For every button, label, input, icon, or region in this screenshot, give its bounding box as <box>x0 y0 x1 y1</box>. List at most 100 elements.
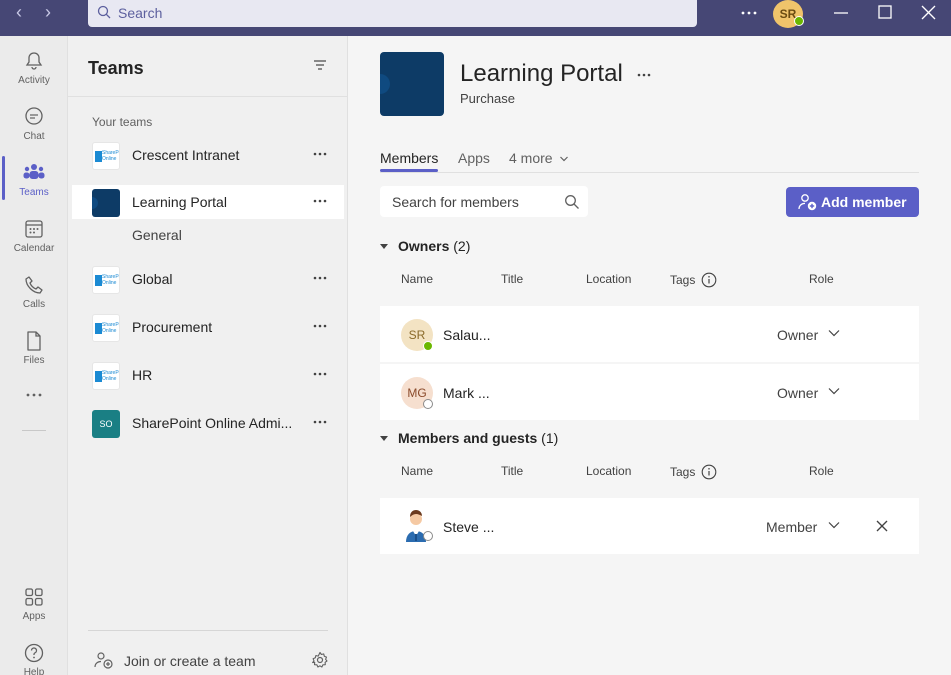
add-member-button[interactable]: Add member <box>786 187 919 217</box>
presence-offline-icon <box>423 399 433 409</box>
rail-item-activity[interactable]: Activity <box>0 40 68 92</box>
tab-apps[interactable]: Apps <box>458 150 490 166</box>
more-options-icon[interactable] <box>312 195 328 207</box>
more-options-icon <box>26 393 42 397</box>
close-window-icon[interactable] <box>918 4 940 22</box>
channel-item-general[interactable]: General <box>132 227 182 243</box>
column-header-tags[interactable]: Tags <box>670 465 695 479</box>
team-item-hr[interactable]: SharePoint Online HR <box>72 358 344 392</box>
more-options-icon[interactable] <box>636 70 652 80</box>
more-options-icon[interactable] <box>738 4 760 22</box>
rail-label: Apps <box>22 611 46 622</box>
phone-icon <box>25 276 43 294</box>
info-icon[interactable] <box>701 272 717 288</box>
column-header-name[interactable]: Name <box>401 272 433 286</box>
member-name: Steve ... <box>443 519 495 535</box>
column-header-title[interactable]: Title <box>501 272 523 286</box>
presence-available-icon <box>423 341 433 351</box>
back-arrow-icon[interactable]: ‹ <box>8 3 30 23</box>
remove-member-icon[interactable] <box>875 519 889 533</box>
more-options-icon[interactable] <box>312 368 328 380</box>
rail-item-help[interactable]: Help <box>0 632 68 675</box>
members-guests-group-header[interactable]: Members and guests (1) <box>380 430 558 446</box>
rail-more-apps[interactable] <box>0 382 68 412</box>
team-item-procurement[interactable]: SharePoint Online Procurement <box>72 310 344 344</box>
rail-item-teams[interactable]: Teams <box>0 152 68 204</box>
column-header-location[interactable]: Location <box>586 272 631 286</box>
rail-item-apps[interactable]: Apps <box>0 576 68 628</box>
team-item-sharepoint-online-admin[interactable]: SO SharePoint Online Admi... <box>72 406 344 440</box>
add-member-label: Add member <box>821 194 907 210</box>
rail-label: Calendar <box>13 243 55 254</box>
column-header-location[interactable]: Location <box>586 464 631 478</box>
chevron-down-icon[interactable] <box>828 387 840 395</box>
owners-group-header[interactable]: Owners (2) <box>380 238 470 254</box>
search-input[interactable]: Search <box>88 0 697 27</box>
presence-offline-icon <box>423 531 433 541</box>
rail-label: Help <box>23 667 45 675</box>
tab-more[interactable]: 4 more <box>509 150 569 166</box>
teams-icon <box>23 164 45 179</box>
member-search-input[interactable]: Search for members <box>380 186 588 217</box>
more-options-icon[interactable] <box>312 416 328 428</box>
team-item-crescent-intranet[interactable]: SharePoint Online Crescent Intranet <box>72 138 344 172</box>
chevron-down-icon <box>560 156 569 162</box>
role-dropdown[interactable]: Member <box>766 519 817 535</box>
team-item-learning-portal[interactable]: Learning Portal <box>72 185 344 219</box>
filter-icon[interactable] <box>312 58 328 72</box>
tab-more-label: 4 more <box>509 150 553 166</box>
rail-item-chat[interactable]: Chat <box>0 96 68 148</box>
member-row[interactable]: MG Mark ... Owner <box>380 364 919 420</box>
profile-avatar[interactable]: SR <box>773 0 804 28</box>
search-placeholder: Search <box>118 5 163 21</box>
teams-list-pane: Teams Your teams SharePoint Online Cresc… <box>68 36 348 675</box>
team-name: Global <box>132 271 173 287</box>
team-item-global[interactable]: SharePoint Online Global <box>72 262 344 296</box>
member-row[interactable]: Steve ... Member <box>380 498 919 554</box>
rail-item-calls[interactable]: Calls <box>0 264 68 316</box>
column-header-name[interactable]: Name <box>401 464 433 478</box>
column-header-role[interactable]: Role <box>809 272 834 286</box>
logo-text: SharePoint Online <box>102 274 119 286</box>
app-rail: Activity Chat Teams Calendar Calls Files… <box>0 36 68 675</box>
team-logo: SharePoint Online <box>92 142 120 170</box>
avatar: MG <box>401 377 433 409</box>
maximize-icon[interactable] <box>874 4 896 22</box>
member-row[interactable]: SR Salau... Owner <box>380 306 919 362</box>
minimize-icon[interactable] <box>830 4 852 22</box>
join-label: Join or create a team <box>124 653 256 669</box>
divider <box>380 172 919 173</box>
rail-item-calendar[interactable]: Calendar <box>0 208 68 260</box>
info-icon[interactable] <box>701 464 717 480</box>
rail-item-files[interactable]: Files <box>0 320 68 372</box>
forward-arrow-icon[interactable]: › <box>37 3 59 23</box>
more-options-icon[interactable] <box>312 148 328 160</box>
avatar-initials: MG <box>407 386 427 400</box>
column-header-tags[interactable]: Tags <box>670 273 695 287</box>
divider <box>68 96 348 97</box>
more-options-icon[interactable] <box>312 272 328 284</box>
column-header-role[interactable]: Role <box>809 464 834 478</box>
tab-members[interactable]: Members <box>380 150 438 166</box>
role-dropdown[interactable]: Owner <box>777 327 818 343</box>
avatar <box>401 508 433 542</box>
page-subtitle: Purchase <box>460 91 515 106</box>
main-content: Learning Portal Purchase Members Apps 4 … <box>348 36 951 675</box>
team-logo: SharePoint Online <box>92 314 120 342</box>
team-header-logo <box>380 52 444 116</box>
calendar-icon <box>25 220 43 238</box>
member-name: Mark ... <box>443 385 490 401</box>
chevron-down-icon[interactable] <box>828 521 840 529</box>
title-bar: ‹ › Search SR <box>0 0 951 36</box>
bell-icon <box>25 52 43 70</box>
section-label: Your teams <box>92 115 153 129</box>
more-options-icon[interactable] <box>312 320 328 332</box>
chevron-down-icon[interactable] <box>828 329 840 337</box>
group-label: Members and guests <box>398 430 538 446</box>
role-dropdown[interactable]: Owner <box>777 385 818 401</box>
rail-label: Files <box>23 355 45 366</box>
settings-gear-icon[interactable] <box>311 651 329 669</box>
column-header-title[interactable]: Title <box>501 464 523 478</box>
team-logo: SO <box>92 410 120 438</box>
join-or-create-team-button[interactable]: Join or create a team <box>92 650 332 672</box>
